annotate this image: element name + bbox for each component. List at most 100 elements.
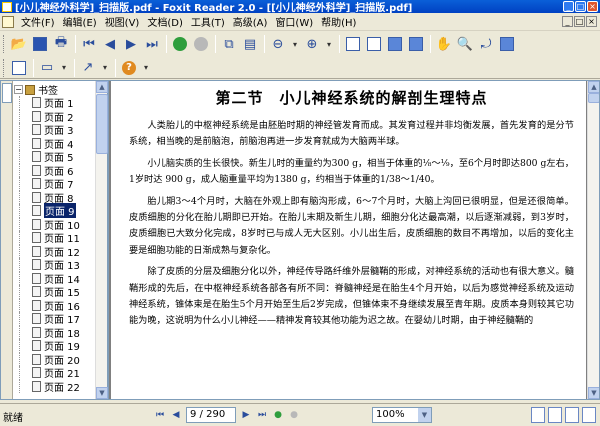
separator: [430, 35, 431, 53]
bookmark-item[interactable]: 页面 14: [19, 271, 96, 286]
menu-edit[interactable]: 编辑(E): [59, 14, 101, 29]
scroll-thumb[interactable]: [96, 94, 108, 154]
bookmark-item[interactable]: 页面 13: [19, 258, 96, 272]
page-icon: [32, 299, 41, 311]
facing-view-icon[interactable]: [565, 407, 579, 423]
menu-document[interactable]: 文档(D): [143, 14, 187, 29]
go-back-icon[interactable]: [191, 34, 211, 54]
single-page-view-icon[interactable]: [531, 407, 545, 423]
bookmark-panel-icon[interactable]: [9, 58, 29, 78]
doc-minimize-button[interactable]: _: [562, 16, 573, 27]
bookmark-item[interactable]: 页面 15: [19, 285, 96, 299]
select-text-icon[interactable]: ▤: [240, 34, 260, 54]
bookmark-root[interactable]: − 书签: [14, 83, 96, 97]
zoom-out-icon[interactable]: ⊖: [268, 34, 288, 54]
continuous-icon[interactable]: [385, 34, 405, 54]
zoom-in-dropdown-icon[interactable]: ▾: [323, 34, 335, 54]
bookmark-item[interactable]: 页面 12: [19, 244, 96, 259]
go-back-icon[interactable]: ●: [286, 407, 302, 423]
help-icon[interactable]: ?: [119, 58, 139, 78]
save-icon[interactable]: [30, 34, 50, 54]
bookmark-item[interactable]: 页面 3: [19, 123, 96, 137]
bookmark-item[interactable]: 页面 22: [19, 379, 96, 394]
facing-icon[interactable]: [406, 34, 426, 54]
menu-advanced[interactable]: 高级(A): [229, 14, 272, 29]
close-button[interactable]: ×: [587, 1, 598, 12]
continuous-facing-view-icon[interactable]: [582, 407, 596, 423]
rotate-icon[interactable]: ⤾: [476, 34, 496, 54]
bookmark-item[interactable]: 页面 7: [19, 177, 96, 191]
maximize-button[interactable]: □: [575, 1, 586, 12]
bookmark-item[interactable]: 页面 8: [19, 190, 96, 205]
pdf-page[interactable]: 第二节 小儿神经系统的解剖生理特点 人类胎儿的中枢神经系统是由胚胎时期的神经管发…: [111, 81, 586, 399]
menu-help[interactable]: 帮助(H): [317, 14, 360, 29]
open-icon[interactable]: 📂: [9, 34, 29, 54]
bookmarks-tab[interactable]: [2, 83, 12, 103]
next-page-icon[interactable]: ▶: [121, 34, 141, 54]
annotation-dropdown-icon[interactable]: ▾: [58, 58, 70, 78]
bookmark-item[interactable]: 页面 11: [19, 231, 96, 245]
prev-page-icon[interactable]: ◀: [168, 407, 184, 423]
separator: [75, 35, 76, 53]
scroll-up-arrow-icon[interactable]: ▲: [588, 81, 599, 93]
first-page-icon[interactable]: ⏮: [152, 407, 168, 423]
next-page-icon[interactable]: ▶: [238, 407, 254, 423]
page-number-input[interactable]: 9 / 290: [186, 407, 236, 423]
bookmark-item[interactable]: 页面 16: [19, 298, 96, 313]
bookmark-item[interactable]: 页面 18: [19, 325, 96, 340]
single-page-icon[interactable]: [343, 34, 363, 54]
last-page-icon[interactable]: ⏭: [254, 407, 270, 423]
bookmark-item[interactable]: 页面 5: [19, 150, 96, 164]
arrow-tool-icon[interactable]: ↗: [78, 58, 98, 78]
scroll-down-arrow-icon[interactable]: ▼: [588, 387, 599, 399]
zoom-in-icon[interactable]: ⊕: [302, 34, 322, 54]
menu-file[interactable]: 文件(F): [17, 14, 59, 29]
go-forward-icon[interactable]: [170, 34, 190, 54]
document-icon[interactable]: [2, 15, 14, 28]
bookmark-item[interactable]: 页面 9: [19, 203, 96, 219]
collapse-icon[interactable]: −: [14, 85, 23, 94]
separator: [264, 35, 265, 53]
continuous-view-icon[interactable]: [548, 407, 562, 423]
scroll-up-arrow-icon[interactable]: ▲: [96, 81, 108, 93]
bookmark-item[interactable]: 页面 6: [19, 163, 96, 178]
side-tab-strip: [1, 81, 13, 399]
first-page-icon[interactable]: ⏮: [79, 34, 99, 54]
menu-view[interactable]: 视图(V): [101, 14, 144, 29]
menu-tools[interactable]: 工具(T): [187, 14, 229, 29]
prev-page-icon[interactable]: ◀: [100, 34, 120, 54]
annotation-icon[interactable]: ▭: [37, 58, 57, 78]
bookmark-item[interactable]: 页面 20: [19, 352, 96, 367]
fit-page-icon[interactable]: [364, 34, 384, 54]
chevron-down-icon[interactable]: ▼: [418, 408, 431, 422]
print-icon[interactable]: 🖶: [51, 34, 71, 54]
last-page-icon[interactable]: ⏭: [142, 34, 162, 54]
go-forward-icon[interactable]: ●: [270, 407, 286, 423]
bookmark-item[interactable]: 页面 4: [19, 136, 96, 151]
minimize-button[interactable]: _: [563, 1, 574, 12]
menu-window[interactable]: 窗口(W): [271, 14, 317, 29]
doc-restore-button[interactable]: □: [574, 16, 585, 27]
bookmark-item[interactable]: 页面 21: [19, 366, 96, 380]
bookmark-item[interactable]: 页面 1: [19, 96, 96, 110]
help-dropdown-icon[interactable]: ▾: [140, 58, 152, 78]
zoom-tool-icon[interactable]: 🔍: [455, 34, 475, 54]
scroll-thumb[interactable]: [588, 93, 599, 103]
bookmark-scrollbar[interactable]: ▲ ▼: [95, 81, 108, 399]
arrow-dropdown-icon[interactable]: ▾: [99, 58, 111, 78]
document-scrollbar[interactable]: ▲ ▼: [587, 81, 599, 399]
bookmark-item[interactable]: 页面 19: [19, 339, 96, 353]
toolbar-grip[interactable]: [3, 58, 6, 77]
bookmark-item[interactable]: 页面 17: [19, 312, 96, 326]
image-icon[interactable]: [497, 34, 517, 54]
bookmark-item[interactable]: 页面 10: [19, 217, 96, 232]
doc-close-button[interactable]: ×: [586, 16, 597, 27]
bookmark-item[interactable]: 页面 2: [19, 109, 96, 124]
document-view: 第二节 小儿神经系统的解剖生理特点 人类胎儿的中枢神经系统是由胚胎时期的神经管发…: [108, 80, 600, 400]
zoom-out-dropdown-icon[interactable]: ▾: [289, 34, 301, 54]
snapshot-icon[interactable]: ⧉: [219, 34, 239, 54]
scroll-down-arrow-icon[interactable]: ▼: [96, 387, 108, 399]
zoom-select[interactable]: 100% ▼: [372, 407, 432, 423]
toolbar-grip[interactable]: [3, 35, 6, 53]
hand-tool-icon[interactable]: ✋: [434, 34, 454, 54]
